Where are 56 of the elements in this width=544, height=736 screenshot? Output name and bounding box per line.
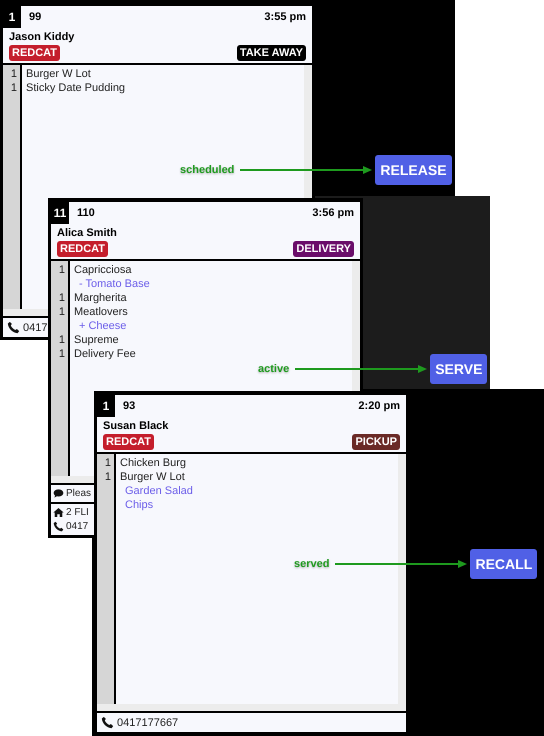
item-quantity: 1 (10, 81, 18, 95)
phone-icon (7, 321, 20, 334)
item-name: Burger W Lot (120, 470, 186, 484)
source-tag: REDCAT (57, 241, 108, 257)
order-number: 99 (29, 11, 42, 23)
order-type-tag: PICKUP (352, 434, 400, 450)
source-tag: REDCAT (103, 434, 154, 450)
status-label: active (258, 363, 290, 375)
order-time: 3:56 pm (312, 207, 354, 219)
seat-number: 1 (97, 395, 115, 417)
status-label: served (294, 558, 330, 570)
action-button[interactable]: RELEASE (375, 155, 452, 185)
order-note: Pleas (66, 488, 92, 499)
item-quantity: 1 (104, 456, 112, 470)
item-name: Meatlovers (74, 305, 129, 319)
phone-icon (53, 521, 64, 532)
order-time: 2:20 pm (358, 400, 400, 412)
order-type-tag: TAKE AWAY (236, 45, 306, 61)
item-name: Supreme (74, 333, 120, 347)
address-text: 2 FLI (66, 507, 89, 518)
action-button[interactable]: RECALL (470, 549, 538, 579)
item-name: Margherita (74, 291, 128, 305)
status-label: scheduled (180, 164, 234, 176)
home-icon (53, 507, 64, 518)
action-button[interactable]: SERVE (430, 354, 488, 384)
seat-number: 1 (3, 6, 21, 28)
order-number: 110 (77, 207, 95, 219)
item-name: Sticky Date Pudding (26, 81, 126, 95)
item-modifier: Garden Salad (124, 484, 194, 498)
item-name: Delivery Fee (74, 347, 137, 361)
item-modifier: Chips (124, 498, 154, 512)
speech-bubble-icon (53, 488, 64, 499)
order-time: 3:55 pm (264, 11, 306, 23)
customer-name: Jason Kiddy (8, 30, 76, 45)
item-name: Burger W Lot (26, 67, 92, 81)
item-quantity: 1 (58, 291, 66, 305)
order-type-tag: DELIVERY (293, 241, 354, 257)
item-quantity: 1 (58, 347, 66, 361)
item-name: Chicken Burg (120, 456, 188, 470)
item-quantity: 1 (104, 470, 112, 484)
item-quantity: 1 (58, 305, 66, 319)
item-modifier: + Cheese (78, 319, 128, 333)
item-quantity: 1 (10, 67, 18, 81)
item-quantity: 1 (58, 333, 66, 347)
phone-number: 0417 (23, 322, 48, 334)
item-quantity: 1 (58, 263, 66, 277)
phone-icon (101, 716, 114, 729)
seat-number: 11 (51, 202, 69, 224)
order-number: 93 (123, 400, 136, 412)
item-name: Capricciosa (74, 263, 132, 277)
customer-name: Alica Smith (56, 226, 118, 241)
item-modifier: - Tomato Base (78, 277, 151, 291)
phone-number: 0417177667 (117, 716, 178, 728)
customer-name: Susan Black (102, 419, 170, 434)
phone-number: 0417 (66, 521, 88, 532)
source-tag: REDCAT (9, 45, 60, 61)
